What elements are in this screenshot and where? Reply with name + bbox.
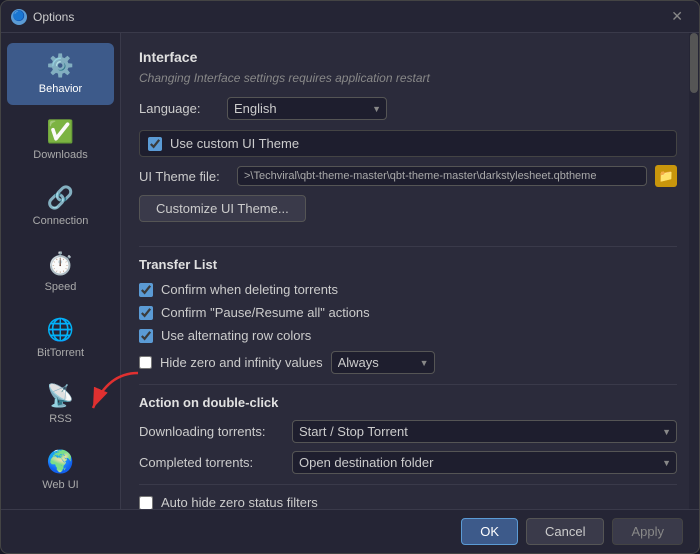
sidebar-item-connection[interactable]: 🔗 Connection xyxy=(7,175,114,237)
window-title: Options xyxy=(33,10,74,24)
auto-hide-checkbox[interactable] xyxy=(139,496,153,510)
scrollbar-track[interactable] xyxy=(689,33,699,509)
apply-button[interactable]: Apply xyxy=(612,518,683,545)
sidebar-item-downloads[interactable]: ✅ Downloads xyxy=(7,109,114,171)
interface-section: Interface Changing Interface settings re… xyxy=(139,49,677,236)
always-select-wrapper: Always Never When active xyxy=(331,351,435,374)
close-button[interactable]: ✕ xyxy=(665,6,689,27)
completed-torrents-label: Completed torrents: xyxy=(139,455,284,470)
sidebar-item-speed[interactable]: ⏱️ Speed xyxy=(7,241,114,303)
confirm-pause-checkbox[interactable] xyxy=(139,306,153,320)
action-double-click-section: Action on double-click Downloading torre… xyxy=(139,395,677,474)
language-select[interactable]: English French German Spanish xyxy=(227,97,387,120)
rss-icon: 📡 xyxy=(47,383,74,409)
transfer-list-section: Transfer List Confirm when deleting torr… xyxy=(139,257,677,374)
webui-icon: 🌍 xyxy=(47,449,74,475)
hide-zero-row: Hide zero and infinity values Always Nev… xyxy=(139,351,677,374)
confirm-pause-row: Confirm "Pause/Resume all" actions xyxy=(139,305,677,320)
footer: OK Cancel Apply xyxy=(1,509,699,553)
divider-1 xyxy=(139,246,677,247)
sidebar-item-downloads-label: Downloads xyxy=(33,149,87,161)
sidebar-item-bittorrent-label: BitTorrent xyxy=(37,347,84,359)
auto-hide-label: Auto hide zero status filters xyxy=(161,495,318,509)
sidebar-item-speed-label: Speed xyxy=(45,281,77,293)
action-double-click-title: Action on double-click xyxy=(139,395,677,410)
alternating-rows-checkbox[interactable] xyxy=(139,329,153,343)
sidebar-item-behavior[interactable]: ⚙️ Behavior xyxy=(7,43,114,105)
alternating-rows-row: Use alternating row colors xyxy=(139,328,677,343)
ok-button[interactable]: OK xyxy=(461,518,518,545)
sidebar-item-behavior-label: Behavior xyxy=(39,83,82,95)
downloading-select-wrapper: Start / Stop Torrent Open destination fo… xyxy=(292,420,677,443)
confirm-delete-label: Confirm when deleting torrents xyxy=(161,282,338,297)
completed-select-wrapper: Open destination folder Start / Stop Tor… xyxy=(292,451,677,474)
custom-theme-label: Use custom UI Theme xyxy=(170,136,299,151)
theme-file-input[interactable] xyxy=(237,166,647,186)
hide-zero-checkbox[interactable] xyxy=(139,356,152,369)
sidebar-item-webui-label: Web UI xyxy=(42,479,78,491)
sidebar: ⚙️ Behavior ✅ Downloads 🔗 Connection ⏱️ … xyxy=(1,33,121,509)
hide-zero-label: Hide zero and infinity values xyxy=(160,355,323,370)
language-select-wrapper: English French German Spanish xyxy=(227,97,387,120)
transfer-list-title: Transfer List xyxy=(139,257,677,272)
sidebar-item-rss-label: RSS xyxy=(49,413,72,425)
scrollbar-thumb[interactable] xyxy=(690,33,698,93)
sidebar-item-connection-label: Connection xyxy=(33,215,89,227)
content-area: Interface Changing Interface settings re… xyxy=(121,33,699,509)
title-bar-left: 🔵 Options xyxy=(11,9,74,25)
options-window: 🔵 Options ✕ ⚙️ Behavior ✅ Downloads 🔗 Co… xyxy=(0,0,700,554)
confirm-delete-checkbox[interactable] xyxy=(139,283,153,297)
language-row: Language: English French German Spanish xyxy=(139,97,677,120)
confirm-delete-row: Confirm when deleting torrents xyxy=(139,282,677,297)
connection-icon: 🔗 xyxy=(47,185,74,211)
downloading-torrents-row: Downloading torrents: Start / Stop Torre… xyxy=(139,420,677,443)
sidebar-item-bittorrent[interactable]: 🌐 BitTorrent xyxy=(7,307,114,369)
alternating-rows-label: Use alternating row colors xyxy=(161,328,311,343)
folder-browse-button[interactable]: 📁 xyxy=(655,165,677,187)
confirm-pause-label: Confirm "Pause/Resume all" actions xyxy=(161,305,370,320)
customize-theme-button[interactable]: Customize UI Theme... xyxy=(139,195,306,222)
divider-3 xyxy=(139,484,677,485)
always-select[interactable]: Always Never When active xyxy=(331,351,435,374)
auto-hide-row: Auto hide zero status filters xyxy=(139,495,677,509)
theme-file-row: UI Theme file: 📁 xyxy=(139,165,677,187)
cancel-button[interactable]: Cancel xyxy=(526,518,604,545)
download-icon: ✅ xyxy=(47,119,74,145)
interface-title: Interface xyxy=(139,49,677,65)
divider-2 xyxy=(139,384,677,385)
completed-torrents-row: Completed torrents: Open destination fol… xyxy=(139,451,677,474)
sidebar-item-webui[interactable]: 🌍 Web UI xyxy=(7,439,114,501)
theme-file-label: UI Theme file: xyxy=(139,169,229,184)
speed-icon: ⏱️ xyxy=(47,251,74,277)
bittorrent-icon: 🌐 xyxy=(47,317,74,343)
app-icon: 🔵 xyxy=(11,9,27,25)
custom-theme-checkbox[interactable] xyxy=(148,137,162,151)
downloading-torrents-label: Downloading torrents: xyxy=(139,424,284,439)
completed-select[interactable]: Open destination folder Start / Stop Tor… xyxy=(292,451,677,474)
sidebar-item-rss[interactable]: 📡 RSS xyxy=(7,373,114,435)
gear-icon: ⚙️ xyxy=(47,53,74,79)
custom-theme-checkbox-row: Use custom UI Theme xyxy=(139,130,677,157)
language-label: Language: xyxy=(139,101,219,116)
title-bar: 🔵 Options ✕ xyxy=(1,1,699,33)
downloading-select[interactable]: Start / Stop Torrent Open destination fo… xyxy=(292,420,677,443)
main-content: ⚙️ Behavior ✅ Downloads 🔗 Connection ⏱️ … xyxy=(1,33,699,509)
interface-note: Changing Interface settings requires app… xyxy=(139,71,677,85)
